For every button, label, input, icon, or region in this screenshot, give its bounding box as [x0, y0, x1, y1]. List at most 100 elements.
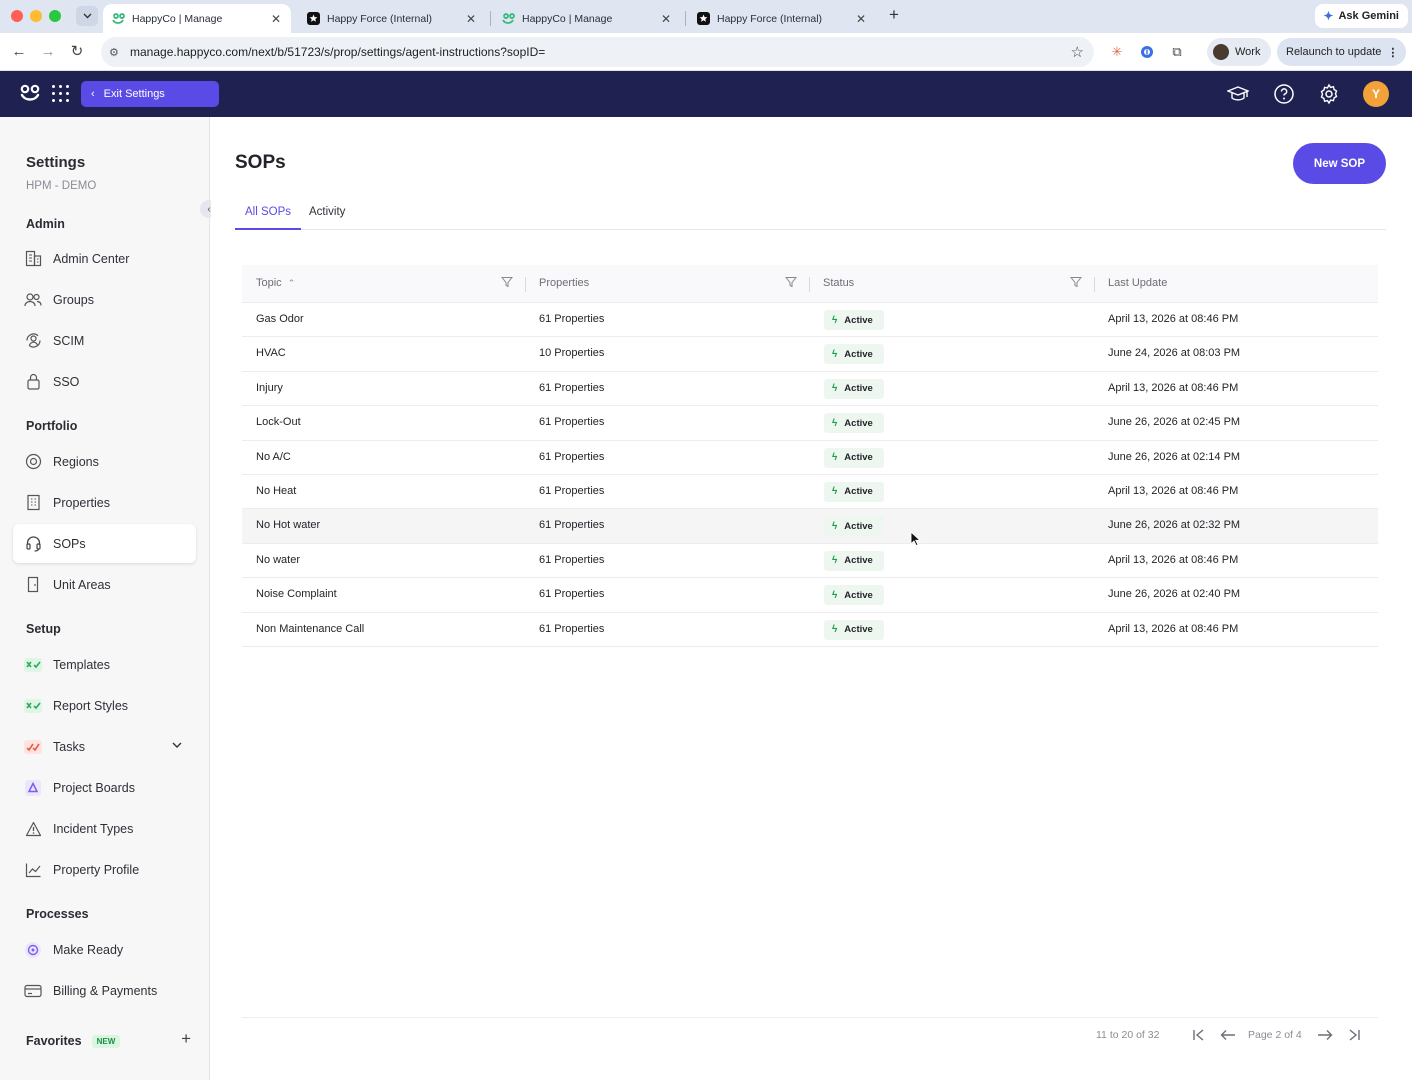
bolt-icon: ϟ	[832, 589, 838, 601]
sidebar-item-billing-payments[interactable]: Billing & Payments	[13, 971, 196, 1010]
previous-page-button[interactable]	[1219, 1026, 1237, 1044]
sidebar-item-properties[interactable]: Properties	[13, 483, 196, 522]
happyco-logo[interactable]	[19, 83, 41, 103]
tab-activity[interactable]: Activity	[309, 206, 345, 230]
exit-settings-label: Exit Settings	[103, 88, 165, 100]
topic-cell: HVAC	[256, 347, 286, 360]
section-setup: Setup	[26, 622, 61, 636]
sidebar-item-tasks[interactable]: Tasks	[13, 727, 196, 766]
browser-tab[interactable]: Happy Force (Internal) ✕	[298, 4, 486, 33]
browser-tab[interactable]: HappyCo | Manage ✕	[493, 4, 681, 33]
tab-all-sops[interactable]: All SOPs	[235, 206, 302, 230]
sidebar-item-scim[interactable]: SCIM	[13, 321, 196, 360]
column-header-properties[interactable]: Properties	[539, 277, 589, 289]
user-avatar[interactable]: Y	[1363, 81, 1389, 107]
close-window-button[interactable]	[11, 10, 23, 22]
status-badge: ϟ Active	[824, 550, 884, 571]
table-row[interactable]: Noise Complaint 61 Properties ϟ Active Ju…	[242, 578, 1378, 613]
status-badge: ϟ Active	[824, 481, 884, 502]
next-page-button[interactable]	[1316, 1026, 1334, 1044]
close-tab-icon[interactable]: ✕	[659, 12, 673, 26]
column-header-topic[interactable]: Topic ⌃	[256, 277, 295, 289]
sidebar-item-sops[interactable]: SOPs	[13, 524, 196, 563]
password-manager-icon[interactable]	[1138, 43, 1156, 61]
graduation-cap-icon[interactable]	[1227, 83, 1249, 105]
table-row[interactable]: Gas Odor 61 Properties ϟ Active April 13,…	[242, 303, 1378, 338]
chevron-down-icon[interactable]	[172, 740, 182, 751]
profile-label: Work	[1235, 46, 1261, 58]
sidebar-item-make-ready[interactable]: Make Ready	[13, 930, 196, 969]
table-row[interactable]: Injury 61 Properties ϟ Active April 13, 2…	[242, 372, 1378, 407]
settings-sidebar: Settings HPM - DEMO ‹ Admin Admin Center…	[0, 117, 218, 1080]
column-header-last-update[interactable]: Last Update	[1108, 277, 1167, 289]
app-launcher-icon[interactable]	[52, 85, 69, 102]
exit-settings-button[interactable]: ‹ Exit Settings	[81, 81, 219, 107]
last-update-cell: April 13, 2026 at 08:46 PM	[1108, 553, 1239, 566]
properties-cell: 61 Properties	[539, 416, 605, 429]
chevron-down-icon	[83, 13, 91, 19]
sidebar-title: Settings	[26, 154, 86, 171]
close-tab-icon[interactable]: ✕	[464, 12, 478, 26]
relaunch-button[interactable]: Relaunch to update ⋮	[1277, 38, 1406, 66]
site-info-icon[interactable]: ⚙	[109, 46, 125, 59]
last-update-cell: April 13, 2026 at 08:46 PM	[1108, 313, 1239, 325]
maximize-window-button[interactable]	[49, 10, 61, 22]
sidebar-item-admin-center[interactable]: Admin Center	[13, 239, 196, 278]
reload-button[interactable]: ↻	[66, 41, 88, 63]
table-header: Topic ⌃ Properties Status Last Update	[242, 265, 1378, 303]
add-favorite-button[interactable]: +	[181, 1029, 191, 1049]
new-sop-button[interactable]: New SOP	[1293, 143, 1386, 184]
table-row[interactable]: No water 61 Properties ϟ Active April 13,…	[242, 544, 1378, 579]
filter-icon[interactable]	[785, 276, 797, 288]
extensions-puzzle-icon[interactable]: ⧉	[1168, 43, 1186, 61]
sidebar-item-report-styles[interactable]: Report Styles	[13, 686, 196, 725]
claude-extension-icon[interactable]: ✳	[1108, 43, 1126, 61]
table-row[interactable]: No Hot water 61 Properties ϟ Active June …	[242, 509, 1378, 544]
browser-tab[interactable]: HappyCo | Manage ✕	[103, 4, 291, 33]
filter-icon[interactable]	[1070, 276, 1082, 288]
gear-icon[interactable]	[1318, 83, 1340, 105]
table-row[interactable]: Non Maintenance Call 61 Properties ϟ Acti…	[242, 613, 1378, 647]
sidebar-item-property-profile[interactable]: Property Profile	[13, 850, 196, 889]
help-icon[interactable]	[1273, 83, 1295, 105]
column-header-status[interactable]: Status	[823, 277, 854, 289]
address-bar[interactable]: ⚙ manage.happyco.com/next/b/51723/s/prop…	[101, 37, 1094, 67]
table-row[interactable]: Lock-Out 61 Properties ϟ Active June 26, …	[242, 406, 1378, 441]
sidebar-item-project-boards[interactable]: Project Boards	[13, 768, 196, 807]
relaunch-label: Relaunch to update	[1286, 46, 1382, 58]
back-button[interactable]: ←	[8, 41, 30, 63]
project-board-icon	[23, 779, 43, 797]
sidebar-item-templates[interactable]: Templates	[13, 645, 196, 684]
more-menu-icon[interactable]: ⋮	[1387, 46, 1398, 59]
last-page-button[interactable]	[1345, 1026, 1363, 1044]
tab-search-button[interactable]	[76, 6, 98, 26]
table-row[interactable]: HVAC 10 Properties ϟ Active June 24, 2026…	[242, 337, 1378, 372]
section-processes: Processes	[26, 907, 89, 921]
minimize-window-button[interactable]	[30, 10, 42, 22]
filter-icon[interactable]	[501, 276, 513, 288]
sidebar-item-regions[interactable]: Regions	[13, 442, 196, 481]
table-row[interactable]: No Heat 61 Properties ϟ Active April 13, …	[242, 475, 1378, 510]
sidebar-item-unit-areas[interactable]: Unit Areas	[13, 565, 196, 604]
properties-cell: 10 Properties	[539, 347, 605, 360]
sidebar-item-incident-types[interactable]: Incident Types	[13, 809, 196, 848]
happyforce-icon	[306, 12, 320, 26]
status-badge: ϟ Active	[824, 344, 884, 365]
new-tab-button[interactable]: +	[885, 5, 903, 25]
close-tab-icon[interactable]: ✕	[854, 12, 868, 26]
sidebar-item-sso[interactable]: SSO	[13, 362, 196, 401]
table-row[interactable]: No A/C 61 Properties ϟ Active June 26, 20…	[242, 441, 1378, 475]
first-page-button[interactable]	[1190, 1026, 1208, 1044]
sidebar-item-groups[interactable]: Groups	[13, 280, 196, 319]
last-update-cell: April 13, 2026 at 08:46 PM	[1108, 622, 1239, 635]
sort-ascending-icon[interactable]: ⌃	[288, 278, 296, 288]
user-sync-icon	[23, 332, 43, 350]
forward-button[interactable]: →	[37, 41, 59, 63]
profile-button[interactable]: Work	[1207, 38, 1271, 66]
bolt-icon: ϟ	[832, 624, 838, 636]
tab-bar: All SOPs Activity	[235, 202, 1386, 230]
close-tab-icon[interactable]: ✕	[269, 12, 283, 26]
bookmark-star-icon[interactable]: ☆	[1071, 43, 1084, 61]
ask-gemini-button[interactable]: ✦ Ask Gemini	[1315, 4, 1408, 28]
browser-tab[interactable]: Happy Force (Internal) ✕	[688, 4, 876, 33]
